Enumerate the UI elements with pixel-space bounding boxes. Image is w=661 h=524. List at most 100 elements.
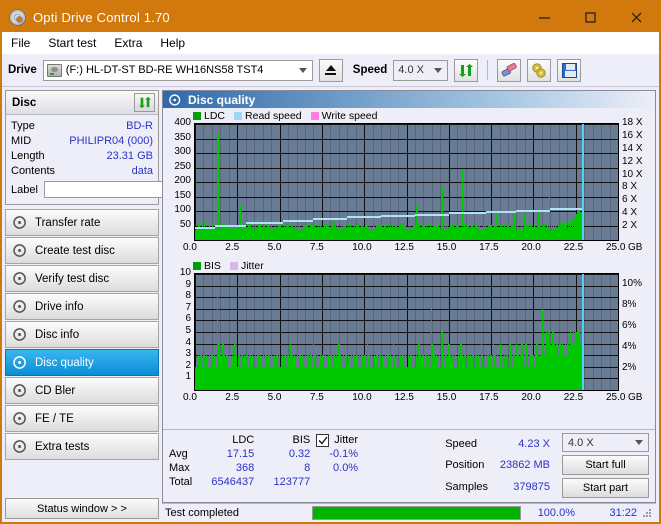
panel-title: Disc quality — [188, 93, 255, 107]
menu-extra[interactable]: Extra — [114, 36, 142, 50]
x-tick-label: 20.0 — [521, 242, 540, 253]
drive-toolbar: Drive (F:) HL-DT-ST BD-RE WH16NS58 TST4 … — [2, 54, 659, 87]
legend-label-write-speed: Write speed — [322, 110, 378, 122]
x-tick-label: 5.0 — [268, 392, 282, 403]
ldc-y-axis: 40035030025020015010050 — [163, 123, 194, 241]
speed-key: Speed — [445, 433, 492, 455]
refresh-icon — [138, 96, 152, 109]
disc-key-label: Label — [11, 184, 38, 196]
y2-tick-label: 10% — [622, 278, 642, 289]
menu-help[interactable]: Help — [160, 36, 185, 50]
y-tick-label: 7 — [185, 302, 191, 313]
disc-icon — [13, 244, 28, 257]
test-speed-select[interactable]: 4.0 X — [562, 433, 649, 452]
table-row: Samples 379875 — [445, 476, 554, 498]
error-stats: LDC BIS Jitter — [169, 433, 439, 498]
disc-icon — [13, 328, 28, 341]
eject-button[interactable] — [319, 59, 343, 82]
y2-tick-label: 8 X — [622, 181, 637, 192]
sidebar-item-create-test-disc[interactable]: Create test disc — [5, 237, 159, 264]
table-row: Position 23862 MB — [445, 455, 554, 477]
progress-bar — [312, 506, 521, 520]
start-part-button[interactable]: Start part — [562, 478, 649, 498]
ldc-x-axis: 0.02.55.07.510.012.515.017.520.022.525.0… — [194, 242, 655, 256]
erase-button[interactable] — [497, 59, 521, 82]
disc-icon — [13, 300, 28, 313]
x-tick-label: 0.0 — [183, 392, 197, 403]
disc-value-mid: PHILIPR04 (000) — [69, 135, 153, 147]
app-disc-icon — [9, 9, 26, 26]
y-tick-label: 4 — [185, 337, 191, 348]
drive-select[interactable]: (F:) HL-DT-ST BD-RE WH16NS58 TST4 — [43, 60, 313, 81]
disc-row-label: Label — [11, 179, 153, 200]
disc-icon — [13, 356, 28, 369]
y-tick-label: 10 — [180, 267, 191, 278]
stat-avg-ldc: 17.15 — [198, 447, 260, 461]
sidebar-item-label: Verify test disc — [35, 273, 109, 285]
stat-total-ldc: 6546437 — [198, 475, 260, 489]
menu-bar: File Start test Extra Help — [2, 32, 659, 54]
y2-tick-label: 2% — [622, 362, 636, 373]
table-row: Speed 4.23 X — [445, 433, 554, 455]
sidebar-item-extra-tests[interactable]: Extra tests — [5, 433, 159, 460]
y2-tick-label: 4 X — [622, 207, 637, 218]
x-tick-label: 12.5 — [395, 392, 414, 403]
x-tick-label: 25.0 — [606, 392, 625, 403]
legend-item-write-speed: Write speed — [311, 110, 378, 122]
legend-item-bis: BIS — [193, 260, 221, 272]
resize-grip[interactable] — [641, 507, 654, 520]
legend-item-ldc: LDC — [193, 110, 225, 122]
window-controls — [521, 2, 659, 32]
maximize-button[interactable] — [567, 2, 613, 32]
content-area: Disc Type BD-R MID PHIL — [2, 87, 659, 522]
charts-area: LDC Read speed Write speed — [163, 108, 655, 429]
x-axis-unit-label: GB — [628, 242, 642, 253]
toolbar-divider — [487, 60, 488, 80]
disc-refresh-button[interactable] — [134, 93, 155, 112]
refresh-button[interactable] — [454, 59, 478, 82]
disc-row-type: Type BD-R — [11, 118, 153, 133]
y-tick-label: 5 — [185, 325, 191, 336]
sidebar-item-cd-bler[interactable]: CD Bler — [5, 377, 159, 404]
speed-select[interactable]: 4.0 X — [393, 60, 448, 81]
minimize-button[interactable] — [521, 2, 567, 32]
legend-item-jitter: Jitter — [230, 260, 264, 272]
disc-row-length: Length 23.31 GB — [11, 148, 153, 163]
sidebar-item-label: CD Bler — [35, 385, 75, 397]
stat-avg-bis: 0.32 — [260, 447, 316, 461]
stat-max-ldc: 368 — [198, 461, 260, 475]
disc-value-contents: data — [132, 165, 153, 177]
check-icon — [318, 436, 328, 445]
sidebar-item-verify-test-disc[interactable]: Verify test disc — [5, 265, 159, 292]
column-header-bis: BIS — [260, 433, 316, 447]
y2-tick-label: 4% — [622, 341, 636, 352]
legend-swatch-ldc — [193, 112, 201, 120]
sidebar-item-drive-info[interactable]: Drive info — [5, 293, 159, 320]
burn-button[interactable] — [527, 59, 551, 82]
stat-total-bis: 123777 — [260, 475, 316, 489]
status-window-button[interactable]: Status window > > — [5, 498, 159, 519]
jitter-checkbox[interactable] — [316, 434, 329, 447]
sidebar-item-fe-te[interactable]: FE / TE — [5, 405, 159, 432]
disc-panel-header: Disc — [6, 91, 158, 115]
disc-key-mid: MID — [11, 135, 31, 147]
sidebar-item-label: Transfer rate — [35, 217, 100, 229]
sidebar-item-transfer-rate[interactable]: Transfer rate — [5, 209, 159, 236]
x-tick-label: 2.5 — [225, 392, 239, 403]
start-full-button[interactable]: Start full — [562, 455, 649, 475]
progress-bar-fill — [313, 507, 520, 519]
title-bar: Opti Drive Control 1.70 — [2, 2, 659, 32]
disc-key-length: Length — [11, 150, 45, 162]
x-tick-label: 17.5 — [479, 392, 498, 403]
legend-label-read-speed: Read speed — [245, 110, 302, 122]
menu-file[interactable]: File — [11, 36, 30, 50]
sidebar-item-disc-quality[interactable]: Disc quality — [5, 349, 159, 376]
x-tick-label: 20.0 — [521, 392, 540, 403]
menu-start-test[interactable]: Start test — [48, 36, 96, 50]
sidebar-item-label: Extra tests — [35, 441, 89, 453]
x-tick-label: 25.0 — [606, 242, 625, 253]
y-tick-label: 300 — [174, 146, 191, 157]
save-button[interactable] — [557, 59, 581, 82]
sidebar-item-disc-info[interactable]: Disc info — [5, 321, 159, 348]
close-button[interactable] — [613, 2, 659, 32]
